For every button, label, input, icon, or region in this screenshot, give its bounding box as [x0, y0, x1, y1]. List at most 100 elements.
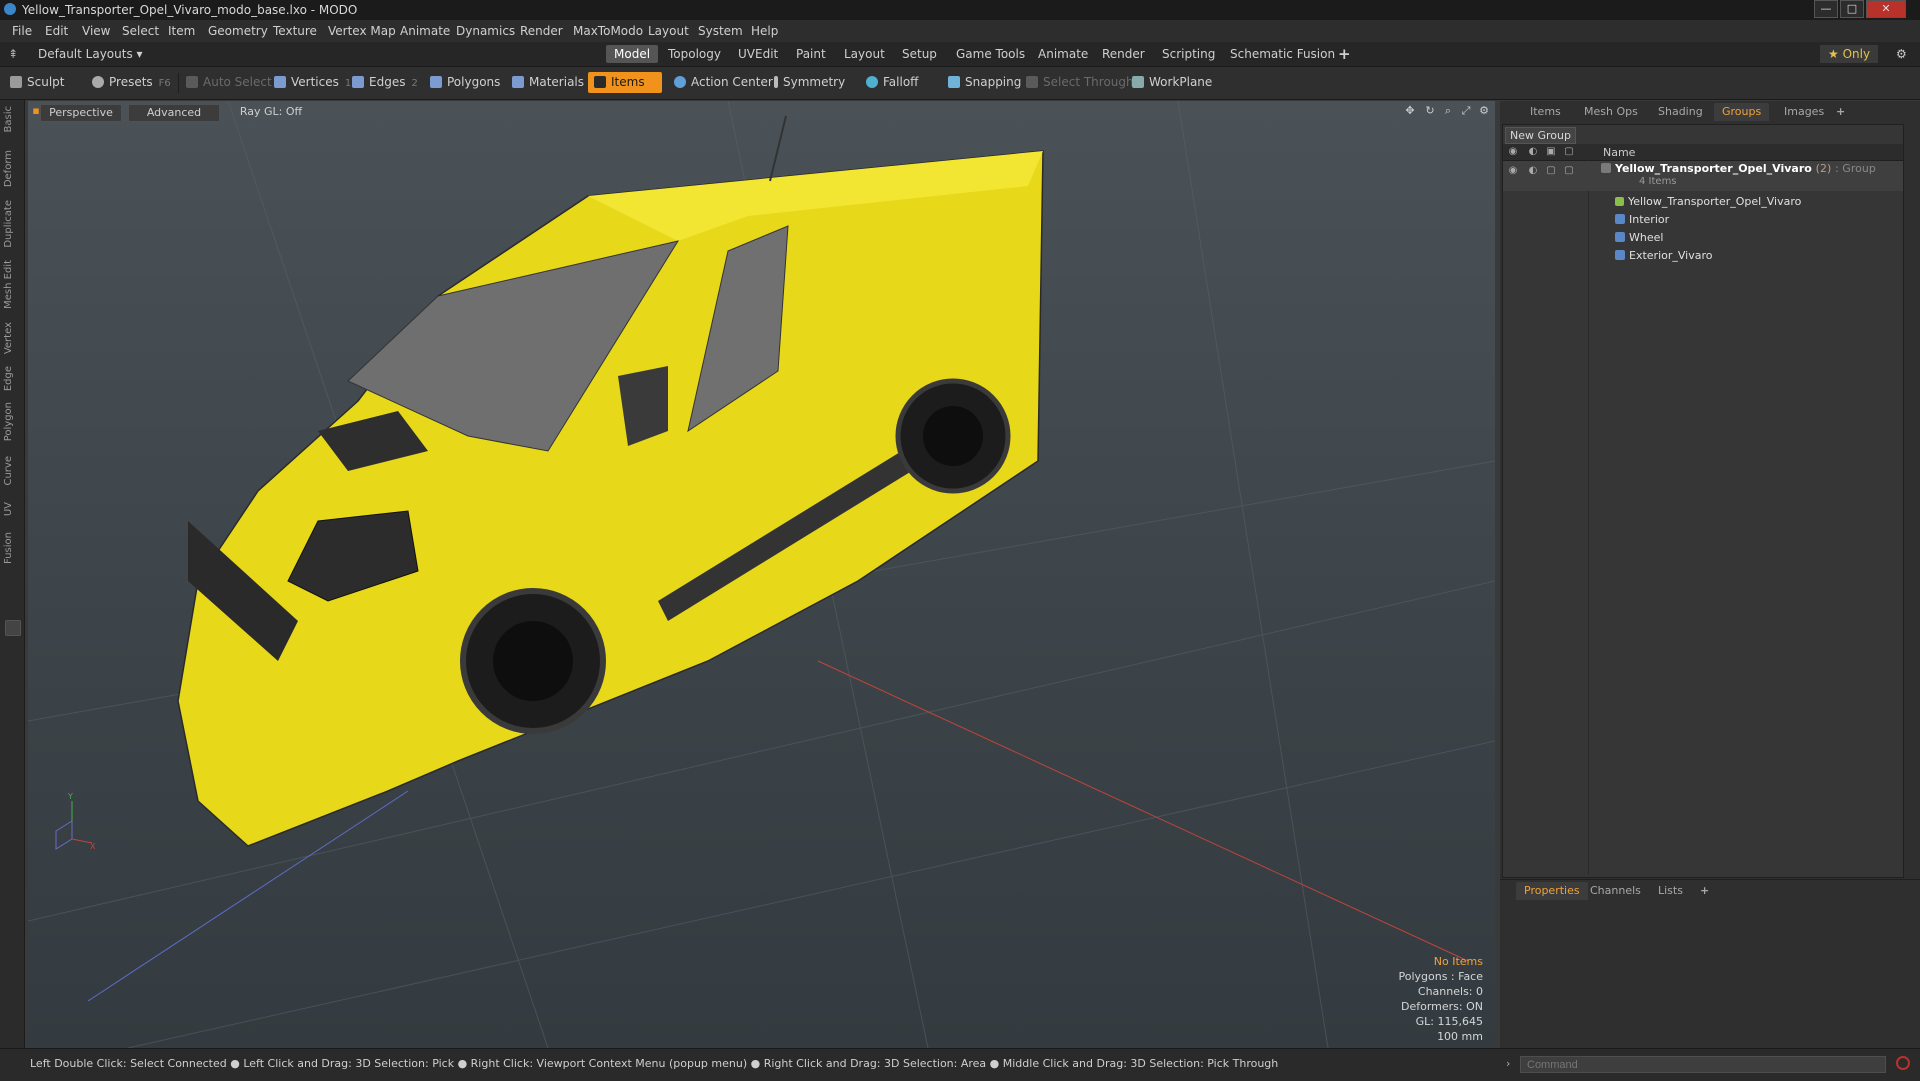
shading-button[interactable]: Advanced — [128, 104, 220, 122]
presets-button[interactable]: Presets F6 — [92, 72, 171, 93]
tab-layout[interactable]: Layout — [836, 45, 893, 63]
raygl-button[interactable]: Ray GL: Off — [228, 104, 314, 120]
sculpt-button[interactable]: Sculpt — [10, 72, 64, 93]
menu-edit[interactable]: Edit — [45, 24, 68, 38]
tab-channels[interactable]: Channels — [1582, 882, 1649, 900]
group-child-row[interactable]: Exterior_Vivaro — [1503, 247, 1903, 265]
add-panel-tab-button[interactable]: + — [1828, 103, 1853, 121]
menu-dynamics[interactable]: Dynamics — [456, 24, 515, 38]
menu-texture[interactable]: Texture — [273, 24, 317, 38]
tab-polygon[interactable]: Polygon — [3, 402, 19, 441]
tab-items[interactable]: Items — [1522, 103, 1569, 121]
tab-game-tools[interactable]: Game Tools — [948, 45, 1033, 63]
eye-icon[interactable]: ◉ — [1507, 165, 1519, 177]
record-icon[interactable] — [1896, 1056, 1910, 1070]
tab-setup[interactable]: Setup — [894, 45, 945, 63]
menu-geometry[interactable]: Geometry — [208, 24, 268, 38]
group-child-row[interactable]: Interior — [1503, 211, 1903, 229]
group-row-root[interactable]: ◉ ◐ ▢ ▢ Yellow_Transporter_Opel_Vivaro (… — [1503, 161, 1903, 191]
menu-file[interactable]: File — [12, 24, 32, 38]
view-type-button[interactable]: Perspective — [40, 104, 122, 122]
lock-icon[interactable]: ▢ — [1545, 165, 1557, 177]
edges-button[interactable]: Edges 2 — [352, 72, 418, 93]
tab-uvedit[interactable]: UVEdit — [730, 45, 786, 63]
add-properties-tab-button[interactable]: + — [1692, 882, 1717, 900]
tab-groups[interactable]: Groups — [1714, 103, 1770, 121]
menu-maxtomodo[interactable]: MaxToModo — [573, 24, 643, 38]
group-child-row[interactable]: Yellow_Transporter_Opel_Vivaro — [1503, 193, 1903, 211]
command-expand-icon[interactable]: › — [1506, 1057, 1510, 1070]
tab-animate[interactable]: Animate — [1030, 45, 1096, 63]
select-through-button[interactable]: Select Through — [1026, 72, 1134, 93]
tab-shading[interactable]: Shading — [1650, 103, 1711, 121]
workplane-button[interactable]: WorkPlane — [1132, 72, 1212, 93]
tab-render[interactable]: Render — [1094, 45, 1153, 63]
menu-layout[interactable]: Layout — [648, 24, 689, 38]
tab-basic[interactable]: Basic — [3, 106, 19, 132]
items-button[interactable]: Items — [588, 72, 662, 93]
tab-uv[interactable]: UV — [3, 502, 19, 516]
materials-button[interactable]: Materials — [512, 72, 584, 93]
select-icon[interactable]: ▢ — [1563, 165, 1575, 177]
vertices-button[interactable]: Vertices 1 — [274, 72, 351, 93]
tab-schematic-fusion[interactable]: Schematic Fusion — [1222, 45, 1343, 63]
menu-system[interactable]: System — [698, 24, 743, 38]
tab-deform[interactable]: Deform — [3, 150, 19, 187]
tab-mesh-edit[interactable]: Mesh Edit — [3, 260, 19, 309]
gear-icon[interactable]: ⚙ — [1888, 45, 1915, 63]
falloff-button[interactable]: Falloff — [866, 72, 918, 93]
menu-item[interactable]: Item — [168, 24, 195, 38]
only-toggle[interactable]: ★ Only — [1820, 45, 1879, 63]
eye-icon[interactable]: ◉ — [1507, 146, 1519, 158]
auto-select-button[interactable]: Auto Select — [186, 72, 272, 93]
lock-icon[interactable]: ▣ — [1545, 146, 1557, 158]
column-name-header[interactable]: Name — [1603, 146, 1635, 159]
symmetry-button[interactable]: Symmetry — [774, 72, 845, 93]
tab-images[interactable]: Images — [1776, 103, 1832, 121]
menu-render[interactable]: Render — [520, 24, 563, 38]
gizmo-x-line — [71, 838, 93, 844]
add-tab-button[interactable]: + — [1330, 45, 1359, 63]
tab-mesh-ops[interactable]: Mesh Ops — [1576, 103, 1646, 121]
tab-lists[interactable]: Lists — [1650, 882, 1691, 900]
tab-vertex[interactable]: Vertex — [3, 322, 19, 354]
select-icon[interactable]: ▢ — [1563, 146, 1575, 158]
menu-animate[interactable]: Animate — [400, 24, 450, 38]
tab-duplicate[interactable]: Duplicate — [3, 200, 19, 248]
render-icon[interactable]: ◐ — [1527, 165, 1539, 177]
action-center-button[interactable]: Action Center — [674, 72, 773, 93]
rotate-view-icon[interactable]: ↻ — [1424, 105, 1436, 117]
tab-fusion[interactable]: Fusion — [3, 532, 19, 564]
layout-selector[interactable]: Default Layouts ▾ — [30, 45, 151, 63]
polygons-button[interactable]: Polygons — [430, 72, 500, 93]
group-child-label: Exterior_Vivaro — [1615, 249, 1712, 262]
tab-edge[interactable]: Edge — [3, 366, 19, 391]
layout-expand-icon[interactable]: ⇞ — [4, 45, 22, 63]
menu-view[interactable]: View — [82, 24, 110, 38]
snapping-button[interactable]: Snapping — [948, 72, 1021, 93]
tab-model[interactable]: Model — [606, 45, 659, 63]
menu-help[interactable]: Help — [751, 24, 778, 38]
tab-scripting[interactable]: Scripting — [1154, 45, 1223, 63]
command-input[interactable] — [1520, 1056, 1886, 1073]
viewport-settings-icon[interactable]: ⚙ — [1478, 105, 1490, 117]
menu-select[interactable]: Select — [122, 24, 159, 38]
menu-vertex-map[interactable]: Vertex Map — [328, 24, 396, 38]
tab-properties[interactable]: Properties — [1516, 882, 1588, 900]
move-view-icon[interactable]: ✥ — [1404, 105, 1416, 117]
minimize-button[interactable]: — — [1814, 0, 1838, 18]
tab-topology[interactable]: Topology — [660, 45, 729, 63]
strip-toggle-button[interactable] — [5, 620, 21, 636]
group-child-row[interactable]: Wheel — [1503, 229, 1903, 247]
tab-paint[interactable]: Paint — [788, 45, 834, 63]
tab-curve[interactable]: Curve — [3, 456, 19, 486]
materials-icon — [512, 76, 524, 88]
zoom-view-icon[interactable]: ⌕ — [1442, 105, 1454, 117]
render-icon[interactable]: ◐ — [1527, 146, 1539, 158]
new-group-button[interactable]: New Group — [1505, 127, 1576, 144]
van-model[interactable] — [177, 115, 1044, 847]
maximize-button[interactable]: □ — [1840, 0, 1864, 18]
3d-viewport[interactable]: X Y ▪ Perspective Advanced Ray GL: Off ✥… — [28, 101, 1495, 1048]
fit-view-icon[interactable]: ⤢ — [1460, 105, 1472, 117]
close-button[interactable]: ✕ — [1866, 0, 1906, 18]
